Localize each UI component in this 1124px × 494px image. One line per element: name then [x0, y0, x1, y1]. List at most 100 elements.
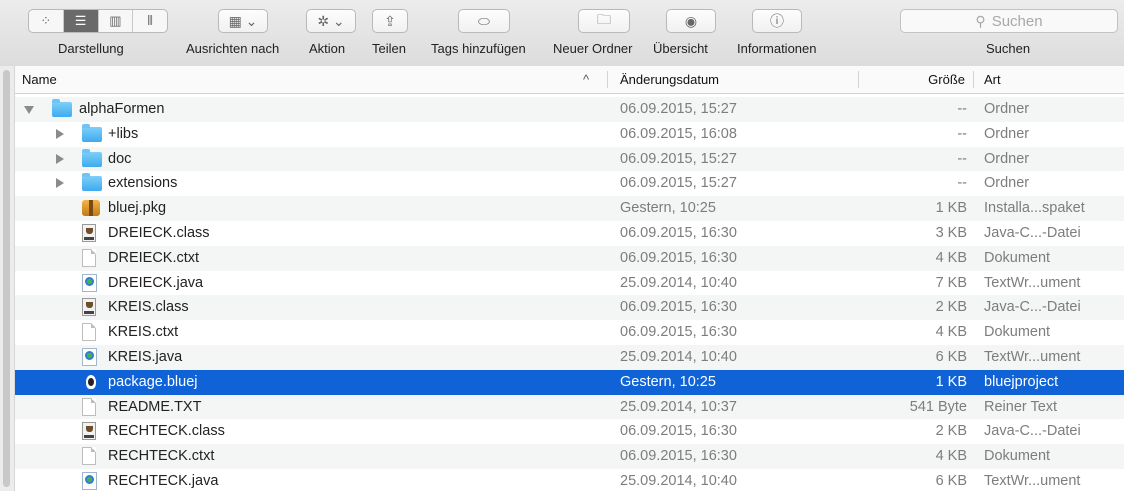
arrange-label: Ausrichten nach: [186, 41, 280, 56]
folder-icon: [52, 99, 72, 117]
action-label: Aktion: [309, 41, 346, 56]
column-size-header[interactable]: Größe: [905, 66, 965, 93]
sort-ascending-icon[interactable]: ^: [583, 66, 589, 93]
column-view-icon[interactable]: ▥: [99, 10, 134, 32]
file-row[interactable]: KREIS.ctxt 06.09.2015, 16:30 4 KB Dokument: [15, 320, 1124, 345]
java-file-icon: [82, 347, 97, 366]
file-name: KREIS.java: [108, 348, 183, 365]
scroll-thumb[interactable]: [3, 70, 10, 487]
file-modified-date: 06.09.2015, 15:27: [620, 150, 737, 167]
file-kind: bluejproject: [984, 373, 1059, 390]
file-kind: Ordner: [984, 101, 1030, 117]
file-size: 4 KB: [935, 324, 967, 341]
class-file-icon: [82, 298, 96, 317]
file-row[interactable]: RECHTECK.class 06.09.2015, 16:30 2 KB Java-…: [15, 419, 1124, 444]
file-name: KREIS.class: [108, 299, 189, 316]
file-row[interactable]: KREIS.java 25.09.2014, 10:40 6 KB TextWr...…: [15, 344, 1124, 370]
file-size: --: [957, 175, 967, 192]
file-row[interactable]: KREIS.class 06.09.2015, 16:30 2 KB Java-C..…: [15, 295, 1124, 321]
tags-label: Tags hinzufügen: [431, 41, 526, 56]
file-row[interactable]: DREIECK.ctxt 06.09.2015, 16:30 4 KB Dokumen…: [15, 245, 1124, 271]
file-row[interactable]: README.TXT 25.09.2014, 10:37 541 Byte Reine…: [15, 394, 1124, 420]
file-row[interactable]: DREIECK.java 25.09.2014, 10:40 7 KB TextWr.…: [15, 271, 1124, 296]
column-modified-header[interactable]: Änderungsdatum: [620, 66, 719, 93]
file-kind: TextWr...ument: [984, 472, 1081, 489]
arrange-grid-icon: ▦ ⌄: [228, 12, 258, 29]
column-divider[interactable]: [973, 71, 974, 88]
package-icon: [82, 200, 100, 217]
left-scrollbar[interactable]: [0, 66, 15, 491]
file-size: 3 KB: [935, 224, 967, 241]
file-modified-date: 06.09.2015, 15:27: [620, 175, 737, 192]
file-row[interactable]: bluej.pkg Gestern, 10:25 1 KB Installa...sp…: [15, 196, 1124, 221]
file-kind: Ordner: [984, 150, 1030, 167]
column-name-header[interactable]: Name: [22, 66, 57, 93]
file-size: 541 Byte: [909, 398, 967, 415]
view-label: Darstellung: [58, 41, 124, 56]
file-modified-date: Gestern, 10:25: [620, 373, 716, 390]
file-name: +libs: [108, 125, 139, 142]
file-kind: Java-C...-Datei: [984, 224, 1081, 241]
column-divider[interactable]: [858, 71, 859, 88]
overview-label: Übersicht: [653, 41, 708, 56]
file-row[interactable]: alphaFormen 06.09.2015, 15:27 -- Ordner: [15, 97, 1124, 122]
search-input[interactable]: ⚲ Suchen: [900, 9, 1118, 33]
quick-look-button[interactable]: ◉: [666, 9, 716, 33]
file-list: alphaFormen 06.09.2015, 15:27 -- Ordner +lib…: [15, 97, 1124, 494]
info-button[interactable]: ⓘ: [752, 9, 802, 33]
file-kind: Installa...spaket: [984, 200, 1085, 217]
icon-view-icon[interactable]: ⁘: [29, 10, 64, 32]
search-icon: ⚲: [975, 12, 986, 29]
file-size: 4 KB: [935, 249, 967, 266]
file-row[interactable]: extensions 06.09.2015, 15:27 -- Ordner: [15, 171, 1124, 196]
file-row[interactable]: RECHTECK.java 25.09.2014, 10:40 6 KB TextWr…: [15, 469, 1124, 494]
file-row[interactable]: package.bluej Gestern, 10:25 1 KB bluejproj…: [15, 369, 1124, 395]
cover-flow-icon[interactable]: ⫴: [133, 10, 167, 32]
file-kind: Dokument: [984, 448, 1051, 465]
file-modified-date: 06.09.2015, 16:30: [620, 299, 737, 316]
file-kind: Dokument: [984, 249, 1051, 266]
share-label: Teilen: [372, 41, 406, 56]
file-name: RECHTECK.ctxt: [108, 448, 215, 465]
document-icon: [82, 323, 96, 342]
file-modified-date: 06.09.2015, 16:08: [620, 125, 737, 142]
disclosure-closed-icon[interactable]: [56, 178, 64, 189]
file-name: DREIECK.java: [108, 274, 204, 291]
file-size: 1 KB: [935, 373, 967, 390]
eye-icon: ◉: [684, 12, 698, 29]
file-row[interactable]: DREIECK.class 06.09.2015, 16:30 3 KB Java-C…: [15, 221, 1124, 246]
tags-button[interactable]: ⬭: [458, 9, 510, 33]
file-kind: TextWr...ument: [984, 348, 1081, 365]
file-name: DREIECK.class: [108, 224, 210, 241]
java-file-icon: [82, 471, 97, 490]
disclosure-closed-icon[interactable]: [56, 153, 64, 164]
toolbar: ⁘ ☰ ▥ ⫴ ▦ ⌄ ✲ ⌄ ⇪ ⬭ 🗀 ◉ ⓘ ⚲ Suchen Darst…: [0, 0, 1124, 67]
file-name: doc: [108, 150, 132, 167]
view-mode-segmented-control[interactable]: ⁘ ☰ ▥ ⫴: [28, 9, 168, 33]
file-name: KREIS.ctxt: [108, 324, 179, 341]
file-name: README.TXT: [108, 398, 202, 415]
column-kind-header[interactable]: Art: [984, 66, 1001, 93]
arrange-button[interactable]: ▦ ⌄: [218, 9, 268, 33]
file-size: --: [957, 150, 967, 167]
java-file-icon: [82, 273, 97, 292]
share-button[interactable]: ⇪: [372, 9, 408, 33]
file-row[interactable]: doc 06.09.2015, 15:27 -- Ordner: [15, 146, 1124, 172]
list-view-icon[interactable]: ☰: [63, 10, 99, 32]
file-kind: Java-C...-Datei: [984, 423, 1081, 440]
column-divider[interactable]: [607, 71, 608, 88]
file-modified-date: 25.09.2014, 10:40: [620, 348, 737, 365]
file-modified-date: 25.09.2014, 10:40: [620, 472, 737, 489]
file-row[interactable]: +libs 06.09.2015, 16:08 -- Ordner: [15, 122, 1124, 147]
file-size: --: [957, 125, 967, 142]
disclosure-closed-icon[interactable]: [56, 128, 64, 139]
column-header: Name ^ Änderungsdatum Größe Art: [15, 66, 1124, 94]
disclosure-open-icon[interactable]: [24, 106, 34, 114]
file-size: 2 KB: [935, 299, 967, 316]
file-name: alphaFormen: [79, 101, 165, 117]
search-placeholder: Suchen: [991, 12, 1043, 30]
class-file-icon: [82, 422, 96, 441]
file-row[interactable]: RECHTECK.ctxt 06.09.2015, 16:30 4 KB Dokume…: [15, 444, 1124, 469]
new-folder-button[interactable]: 🗀: [578, 9, 630, 33]
action-button[interactable]: ✲ ⌄: [306, 9, 356, 33]
